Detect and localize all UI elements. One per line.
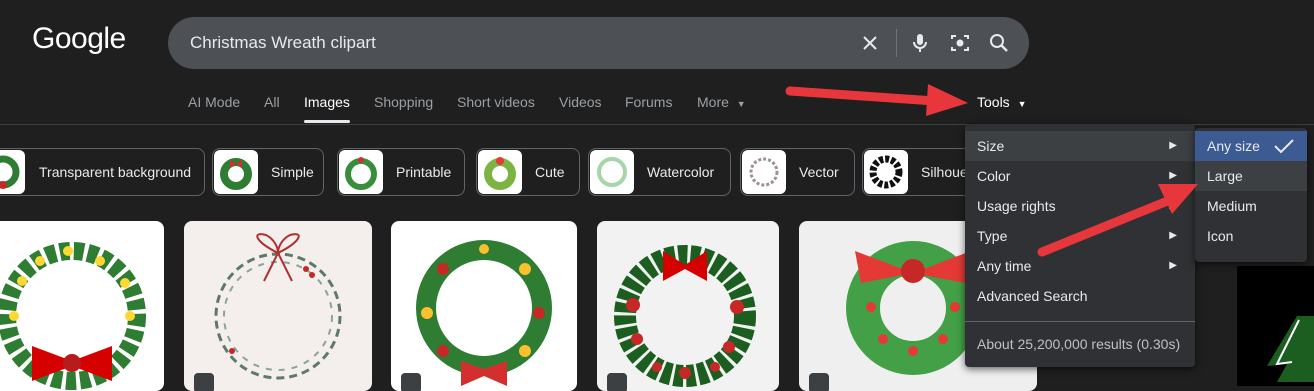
lens-camera-icon[interactable]	[948, 31, 972, 55]
chip-label: Transparent background	[39, 164, 192, 180]
search-divider	[896, 29, 897, 57]
search-bar[interactable]: Christmas Wreath clipart	[168, 17, 1029, 69]
chevron-right-icon: ▶	[1169, 170, 1177, 181]
wreath-image	[416, 240, 552, 386]
size-option-medium[interactable]: Medium	[1195, 191, 1307, 221]
chip-simple[interactable]: Simple	[212, 148, 324, 196]
menu-item-label: Color	[977, 168, 1011, 184]
clear-icon[interactable]	[858, 31, 882, 55]
tree-image	[1267, 316, 1314, 382]
menu-item-size[interactable]: Size ▶	[965, 131, 1195, 161]
chip-label: Simple	[271, 164, 314, 180]
size-option-large[interactable]: Large	[1195, 161, 1307, 191]
menu-item-label: Usage rights	[977, 198, 1056, 214]
chevron-right-icon: ▶	[1169, 230, 1177, 241]
tools-label: Tools	[977, 94, 1010, 110]
size-submenu: Any size Large Medium Icon	[1195, 128, 1307, 262]
wreath-thumbnail	[478, 150, 522, 194]
tab-videos[interactable]: Videos	[559, 94, 602, 110]
image-result[interactable]	[1237, 266, 1314, 386]
chevron-right-icon: ▶	[1169, 140, 1177, 151]
wreath-image	[0, 242, 146, 390]
tab-shopping[interactable]: Shopping	[374, 94, 433, 110]
tab-all[interactable]: All	[264, 94, 280, 110]
more-label: More	[697, 94, 729, 110]
menu-item-label: Type	[977, 228, 1008, 244]
chip-label: Watercolor	[647, 164, 715, 180]
menu-divider	[965, 321, 1195, 322]
menu-item-color[interactable]: Color ▶	[965, 161, 1195, 191]
wreath-image	[614, 245, 756, 387]
tab-more[interactable]: More ▼	[697, 94, 746, 110]
microphone-icon[interactable]	[908, 31, 932, 55]
checkmark-icon	[1274, 139, 1294, 154]
results-count: About 25,200,000 results (0.30s)	[977, 336, 1181, 352]
menu-item-label: Any time	[977, 258, 1032, 274]
chevron-right-icon: ▶	[1169, 260, 1177, 271]
caret-down-icon: ▼	[1017, 99, 1027, 109]
search-icon[interactable]	[987, 31, 1011, 55]
wreath-thumbnail	[864, 150, 908, 194]
image-badge-icon	[809, 373, 829, 391]
size-option-icon[interactable]: Icon	[1195, 221, 1307, 251]
image-result[interactable]	[597, 221, 779, 391]
image-badge-icon	[194, 373, 214, 391]
size-option-label: Any size	[1207, 138, 1260, 154]
image-result[interactable]	[184, 221, 372, 391]
tab-short-videos[interactable]: Short videos	[457, 94, 535, 110]
wreath-thumbnail	[742, 150, 786, 194]
search-input[interactable]: Christmas Wreath clipart	[190, 33, 376, 53]
image-result[interactable]	[391, 221, 577, 391]
wreath-image	[214, 233, 342, 380]
tools-button[interactable]: Tools ▼	[977, 94, 1027, 110]
menu-item-label: Size	[977, 138, 1005, 154]
arrow-to-tools-icon	[785, 84, 968, 116]
menu-item-label: Advanced Search	[977, 288, 1088, 304]
size-option-any-size[interactable]: Any size	[1195, 131, 1307, 161]
tab-ai-mode[interactable]: AI Mode	[188, 94, 240, 110]
chip-printable[interactable]: Printable	[337, 148, 465, 196]
menu-item-advanced-search[interactable]: Advanced Search	[965, 281, 1195, 311]
chevron-right-icon: ▶	[1169, 200, 1177, 211]
menu-item-type[interactable]: Type ▶	[965, 221, 1195, 251]
tab-images[interactable]: Images	[304, 94, 350, 123]
chip-label: Cute	[535, 164, 565, 180]
image-result[interactable]	[0, 221, 164, 391]
caret-down-icon: ▼	[736, 99, 746, 109]
image-badge-icon	[401, 373, 421, 391]
wreath-thumbnail	[214, 150, 258, 194]
chip-label: Printable	[396, 164, 452, 180]
tools-menu: Size ▶ Color ▶ Usage rights ▶ Type ▶ Any…	[965, 124, 1195, 367]
chip-vector[interactable]: Vector	[740, 148, 855, 196]
wreath-thumbnail	[0, 150, 25, 194]
chip-transparent-background[interactable]: Transparent background	[0, 148, 205, 196]
wreath-thumbnail	[590, 150, 634, 194]
menu-item-usage-rights[interactable]: Usage rights ▶	[965, 191, 1195, 221]
chip-cute[interactable]: Cute	[476, 148, 580, 196]
chip-label: Vector	[799, 164, 839, 180]
wreath-thumbnail	[339, 150, 383, 194]
image-badge-icon	[607, 373, 627, 391]
chip-watercolor[interactable]: Watercolor	[588, 148, 731, 196]
tab-forums[interactable]: Forums	[625, 94, 672, 110]
google-logo[interactable]: Google	[32, 22, 126, 56]
menu-item-any-time[interactable]: Any time ▶	[965, 251, 1195, 281]
